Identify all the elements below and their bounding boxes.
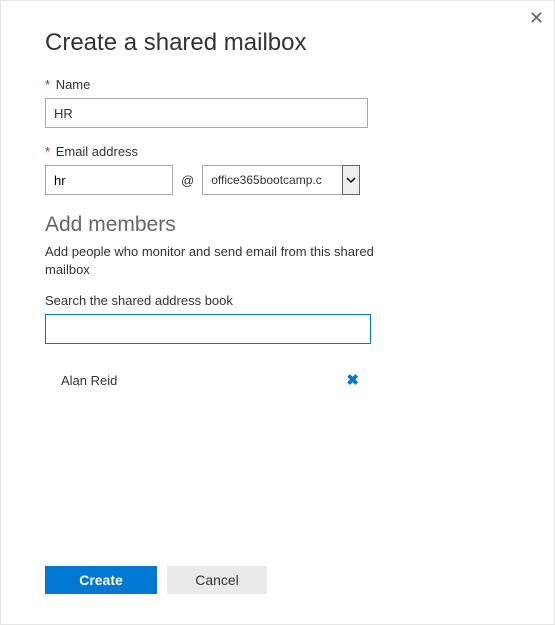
footer-actions: Create Cancel [45, 566, 267, 594]
email-local-input[interactable] [45, 165, 173, 195]
close-button[interactable]: ✕ [529, 9, 544, 27]
member-name: Alan Reid [61, 373, 117, 388]
name-label-text: Name [56, 77, 91, 92]
member-search-input[interactable] [45, 314, 371, 344]
name-input[interactable] [45, 98, 368, 128]
add-members-helper: Add people who monitor and send email fr… [45, 243, 385, 279]
cancel-button[interactable]: Cancel [167, 566, 267, 594]
at-symbol: @ [181, 173, 194, 188]
email-row: @ office365bootcamp.c [45, 165, 510, 195]
name-label: * Name [45, 77, 510, 92]
email-domain-select[interactable]: office365bootcamp.c [202, 165, 360, 195]
required-indicator: * [45, 77, 50, 92]
email-domain-text: office365bootcamp.c [202, 165, 342, 195]
member-row: Alan Reid ✖ [45, 368, 371, 392]
remove-member-button[interactable]: ✖ [346, 373, 359, 388]
email-label-text: Email address [56, 144, 138, 159]
required-indicator: * [45, 144, 50, 159]
page-title: Create a shared mailbox [45, 29, 510, 57]
create-shared-mailbox-panel: Create a shared mailbox * Name * Email a… [1, 1, 554, 392]
create-button[interactable]: Create [45, 566, 157, 594]
chevron-down-icon[interactable] [342, 165, 360, 195]
name-field-group: * Name [45, 77, 510, 128]
email-field-group: * Email address @ office365bootcamp.c [45, 144, 510, 195]
close-icon: ✕ [529, 8, 544, 28]
add-members-heading: Add members [45, 213, 510, 237]
email-label: * Email address [45, 144, 510, 159]
member-list: Alan Reid ✖ [45, 368, 371, 392]
search-label: Search the shared address book [45, 293, 510, 308]
remove-icon: ✖ [346, 372, 359, 389]
